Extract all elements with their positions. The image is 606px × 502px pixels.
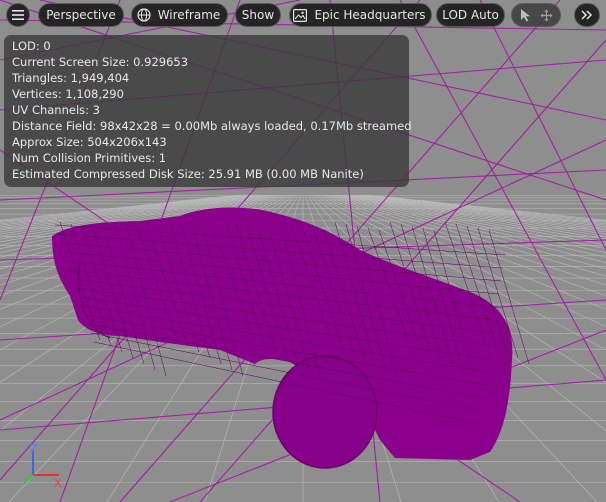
stats-overlay: LOD: 0 Current Screen Size: 0.929653 Tri… bbox=[4, 35, 412, 187]
show-label: Show bbox=[241, 8, 275, 22]
environment-label: Epic Headquarters bbox=[314, 8, 426, 22]
viewport[interactable]: Perspective Wireframe Show Epic Headquar… bbox=[0, 0, 606, 502]
car-front-wheel bbox=[272, 355, 378, 469]
image-icon bbox=[293, 8, 308, 22]
render-mode-button[interactable]: Wireframe bbox=[131, 3, 228, 27]
car-mesh-wireframe[interactable] bbox=[52, 207, 530, 469]
stat-screen-size: Current Screen Size: 0.929653 bbox=[12, 55, 189, 69]
show-button[interactable]: Show bbox=[235, 3, 281, 27]
double-chevron-right-icon bbox=[581, 10, 593, 20]
stat-vertices: Vertices: 1,108,290 bbox=[12, 87, 124, 101]
stat-triangles: Triangles: 1,949,404 bbox=[12, 71, 130, 85]
view-mode-button[interactable]: Perspective bbox=[38, 3, 124, 27]
menu-button[interactable] bbox=[6, 3, 30, 27]
render-mode-label: Wireframe bbox=[157, 8, 221, 22]
x-axis-label: X bbox=[54, 477, 62, 490]
hamburger-menu-icon bbox=[12, 10, 24, 20]
y-axis-line bbox=[23, 474, 34, 485]
globe-icon bbox=[137, 8, 151, 22]
stat-lod: LOD: 0 bbox=[12, 39, 51, 53]
view-mode-label: Perspective bbox=[46, 8, 116, 22]
lod-button[interactable]: LOD Auto bbox=[436, 3, 505, 27]
wireframe-line bbox=[479, 0, 606, 251]
stat-disk-size: Estimated Compressed Disk Size: 25.91 MB… bbox=[12, 167, 364, 181]
collapse-toolbar-button[interactable] bbox=[574, 3, 600, 27]
z-axis-label: Z bbox=[30, 442, 38, 455]
cursor-select-icon[interactable] bbox=[520, 8, 532, 22]
move-icon[interactable] bbox=[540, 9, 553, 22]
stat-uv-channels: UV Channels: 3 bbox=[12, 103, 100, 117]
stat-distance-field: Distance Field: 98x42x28 = 0.00Mb always… bbox=[12, 119, 412, 133]
transform-tools bbox=[511, 3, 561, 27]
environment-button[interactable]: Epic Headquarters bbox=[289, 3, 432, 27]
stat-collision-primitives: Num Collision Primitives: 1 bbox=[12, 151, 167, 165]
axis-gizmo: Z X bbox=[23, 442, 62, 490]
stat-approx-size: Approx Size: 504x206x143 bbox=[12, 135, 167, 149]
lod-label: LOD Auto bbox=[442, 8, 499, 22]
